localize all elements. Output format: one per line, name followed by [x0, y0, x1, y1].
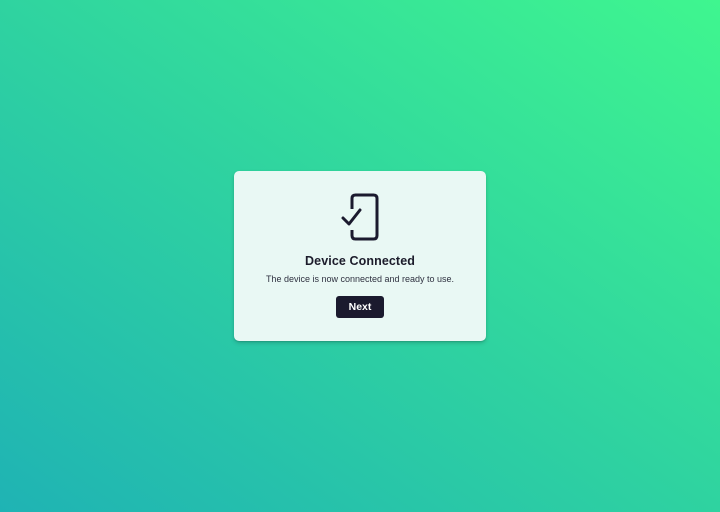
dialog-message: The device is now connected and ready to… [265, 274, 455, 284]
dialog-title: Device Connected [305, 254, 415, 268]
next-button[interactable]: Next [336, 296, 384, 318]
phone-check-icon [340, 193, 380, 241]
device-connected-dialog: Device Connected The device is now conne… [234, 171, 486, 341]
